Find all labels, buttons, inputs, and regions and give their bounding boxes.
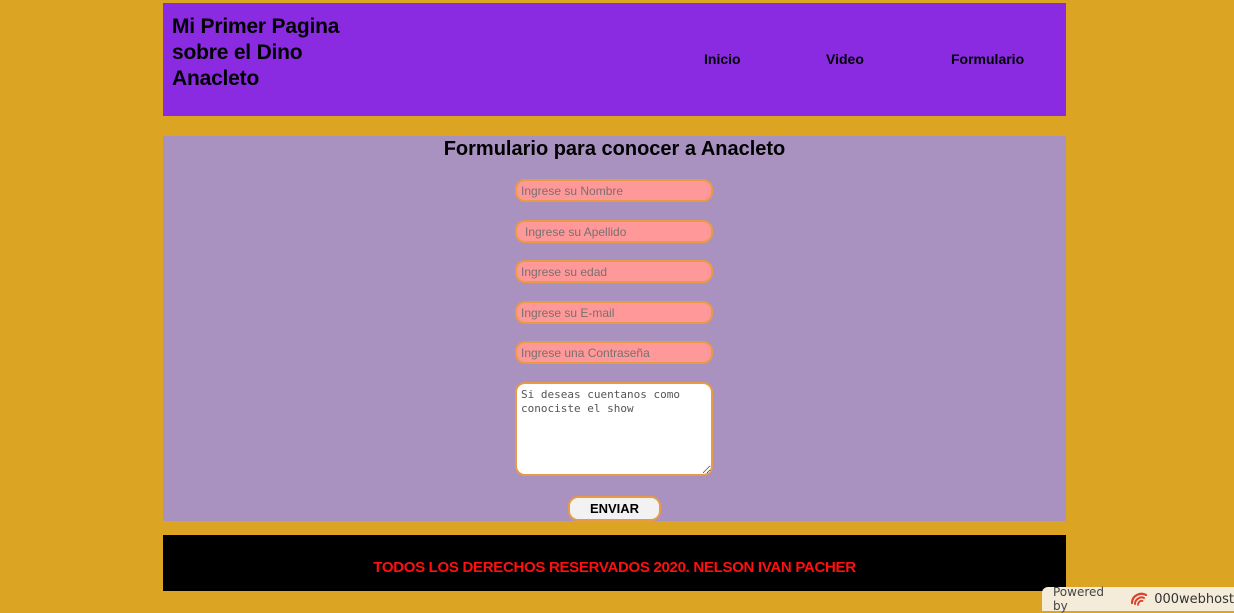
site-title: Mi Primer Pagina sobre el Dino Anacleto	[172, 15, 340, 90]
000webhost-logo-icon	[1129, 589, 1149, 609]
edad-input[interactable]	[515, 260, 713, 283]
copyright-text: TODOS LOS DERECHOS RESERVADOS 2020. NELS…	[373, 559, 856, 576]
enviar-button[interactable]: ENVIAR	[568, 496, 661, 521]
nombre-input[interactable]	[515, 179, 713, 202]
000webhost-brand: 000webhost	[1154, 591, 1234, 607]
powered-by-badge[interactable]: Powered by 000webhost	[1042, 585, 1234, 613]
form-section: Formulario para conocer a Anacleto ENVIA…	[163, 136, 1066, 521]
site-header: Mi Primer Pagina sobre el Dino Anacleto …	[163, 3, 1066, 116]
message-textarea[interactable]	[515, 382, 713, 476]
email-input[interactable]	[515, 301, 713, 324]
nav-link-video[interactable]: Video	[826, 51, 864, 67]
form-title: Formulario para conocer a Anacleto	[443, 138, 786, 160]
nav-link-inicio[interactable]: Inicio	[704, 51, 741, 67]
nav-link-formulario[interactable]: Formulario	[951, 51, 1024, 67]
password-input[interactable]	[515, 341, 713, 364]
apellido-input[interactable]	[515, 220, 713, 243]
powered-by-label: Powered by	[1053, 585, 1105, 613]
site-footer: TODOS LOS DERECHOS RESERVADOS 2020. NELS…	[163, 535, 1066, 591]
